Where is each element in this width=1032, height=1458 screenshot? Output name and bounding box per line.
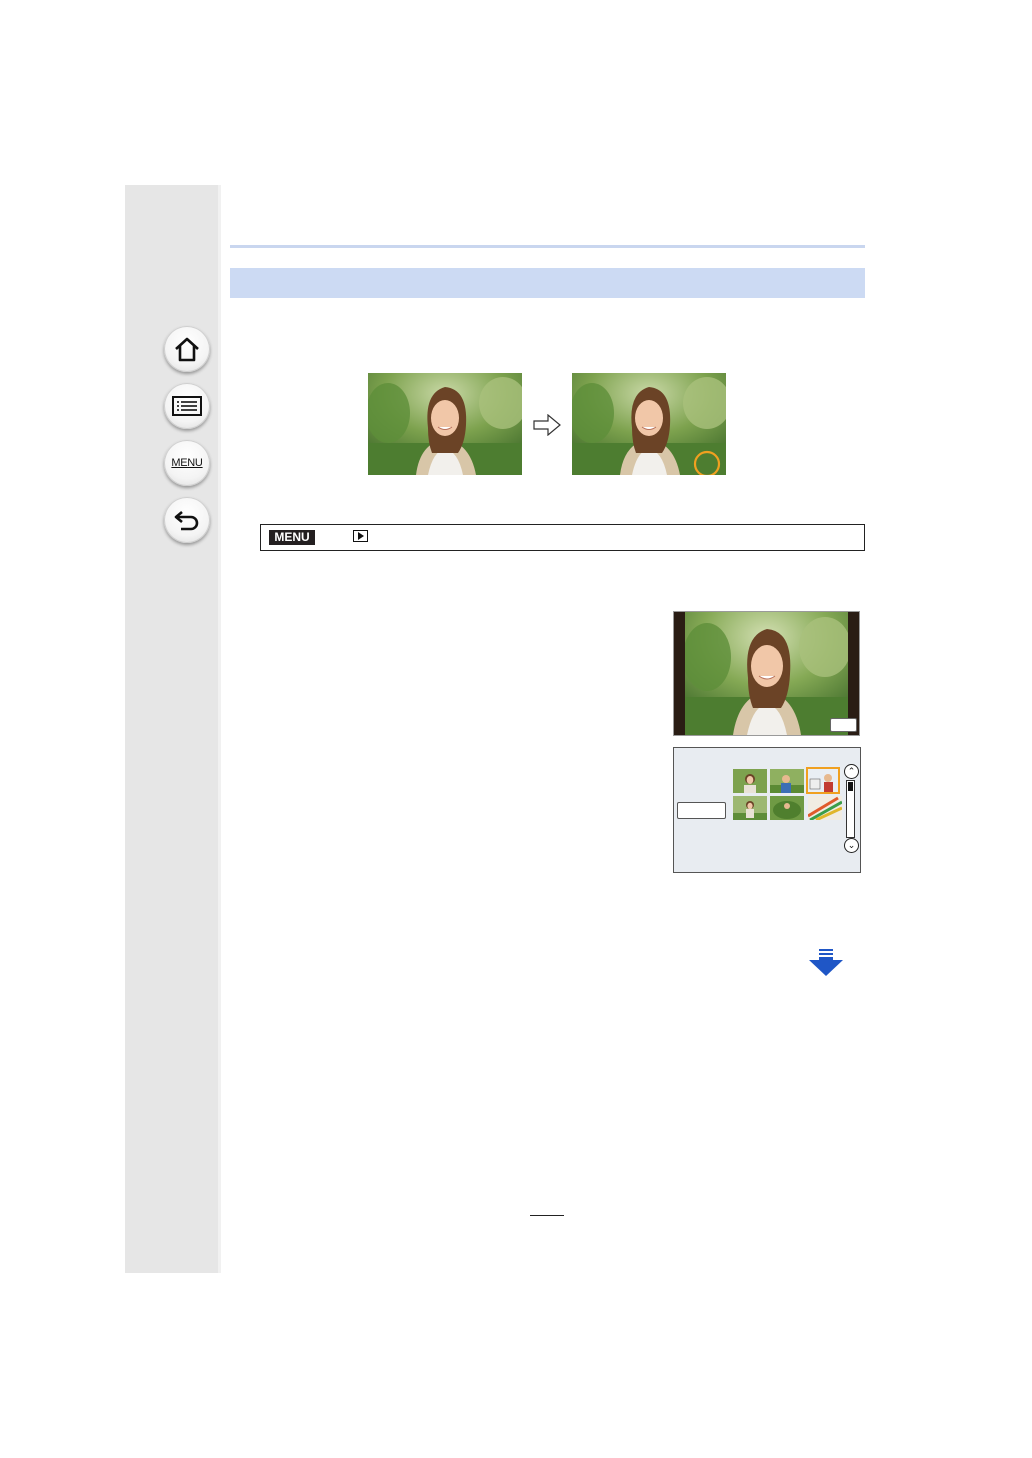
menu-button[interactable]: MENU [164,440,210,486]
after-photo [572,373,726,475]
menu-badge: MENU [269,530,315,545]
contents-button[interactable] [164,383,210,429]
thumbnail[interactable] [733,796,767,820]
camera-screen-thumbnails: ⌃ ⌄ [673,747,861,873]
page-number-rule [530,1215,564,1216]
down-arrow-icon [809,949,843,976]
scrollbar-thumb[interactable] [848,782,853,791]
sidebar-edge [218,185,221,1273]
playback-photo [685,612,848,735]
screen-button[interactable] [830,718,857,732]
camera-screen-playback [673,611,860,736]
back-arrow-icon [174,511,199,531]
header-rule [230,245,865,248]
scroll-down-icon[interactable]: ⌄ [844,838,859,853]
contents-list-icon [172,396,202,416]
home-icon [175,337,199,362]
screen-button-left[interactable] [677,802,726,819]
home-button[interactable] [164,326,210,372]
thumbnail-selection-frame [806,767,840,794]
menu-icon: MENU [171,457,203,469]
scrollbar[interactable] [846,780,855,838]
thumbnail[interactable] [808,796,842,820]
back-button[interactable] [164,497,210,543]
playback-icon [353,530,368,542]
thumbnail[interactable] [770,769,804,793]
thumbnail[interactable] [733,769,767,793]
scroll-up-icon[interactable]: ⌃ [844,764,859,779]
right-arrow-icon [533,414,561,436]
menu-path: MENU [260,524,865,551]
section-heading-bar [230,268,865,298]
before-photo [368,373,522,475]
thumbnail[interactable] [770,796,804,820]
